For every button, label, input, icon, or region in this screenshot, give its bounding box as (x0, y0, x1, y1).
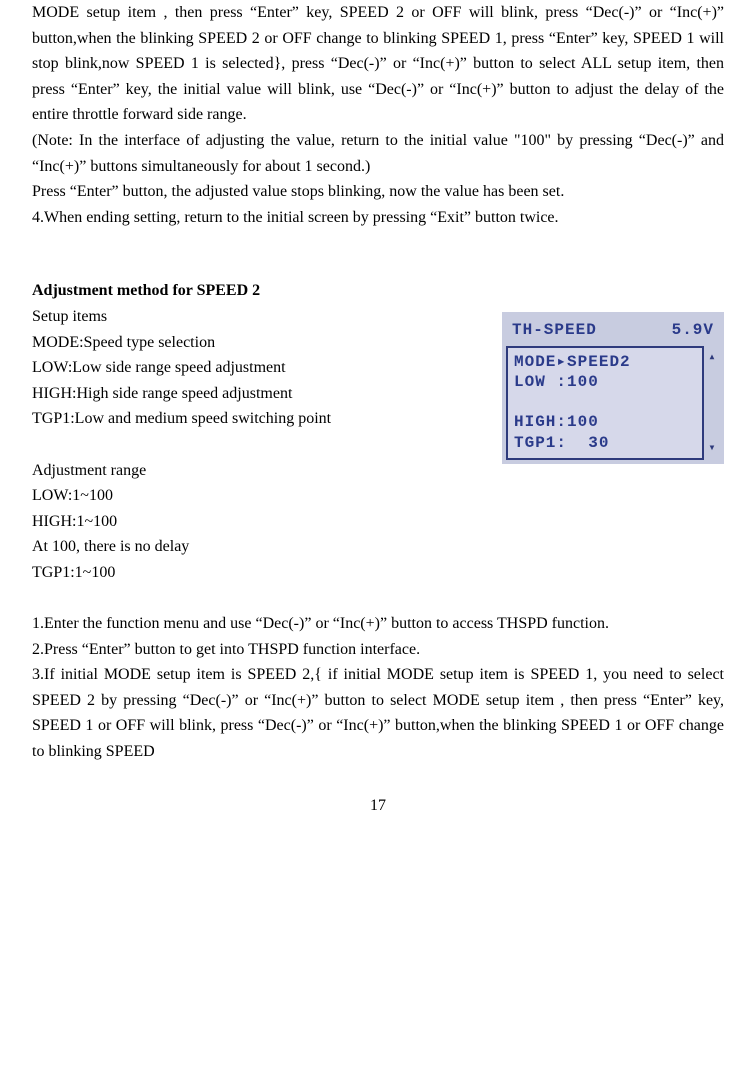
setup-low: LOW:Low side range speed adjustment (32, 355, 492, 381)
adjustment-high: HIGH:1~100 (32, 509, 724, 535)
adjustment-tgp1: TGP1:1~100 (32, 560, 724, 586)
step-1: 1.Enter the function menu and use “Dec(-… (32, 611, 724, 637)
setup-high: HIGH:High side range speed adjustment (32, 381, 492, 407)
adjustment-no-delay: At 100, there is no delay (32, 534, 724, 560)
setup-items-heading: Setup items (32, 304, 492, 330)
lcd-line-tgp1: TGP1: 30 (514, 433, 696, 454)
paragraph-note: (Note: In the interface of adjusting the… (32, 128, 724, 179)
setup-mode: MODE:Speed type selection (32, 330, 492, 356)
setup-tgp1: TGP1:Low and medium speed switching poin… (32, 406, 492, 432)
paragraph-press-enter: Press “Enter” button, the adjusted value… (32, 179, 724, 205)
lcd-line-high: HIGH:100 (514, 412, 696, 433)
adjustment-range-heading: Adjustment range (32, 458, 492, 484)
scroll-down-icon (708, 439, 715, 458)
lcd-display-image: TH-SPEED 5.9V MODE▸SPEED2 LOW :100 HIGH:… (502, 312, 724, 464)
lcd-line-mode: MODE▸SPEED2 (514, 352, 696, 373)
step-2: 2.Press “Enter” button to get into THSPD… (32, 637, 724, 663)
paragraph-step4: 4.When ending setting, return to the ini… (32, 205, 724, 231)
page-number: 17 (32, 793, 724, 819)
lcd-line-blank (514, 393, 696, 412)
paragraph-continuation: MODE setup item , then press “Enter” key… (32, 0, 724, 128)
adjustment-low: LOW:1~100 (32, 483, 492, 509)
scroll-up-icon (708, 348, 715, 367)
lcd-line-low: LOW :100 (514, 372, 696, 393)
step-3: 3.If initial MODE setup item is SPEED 2,… (32, 662, 724, 764)
lcd-voltage: 5.9V (672, 318, 714, 344)
lcd-title: TH-SPEED (512, 318, 597, 344)
section-title-speed2: Adjustment method for SPEED 2 (32, 278, 724, 304)
